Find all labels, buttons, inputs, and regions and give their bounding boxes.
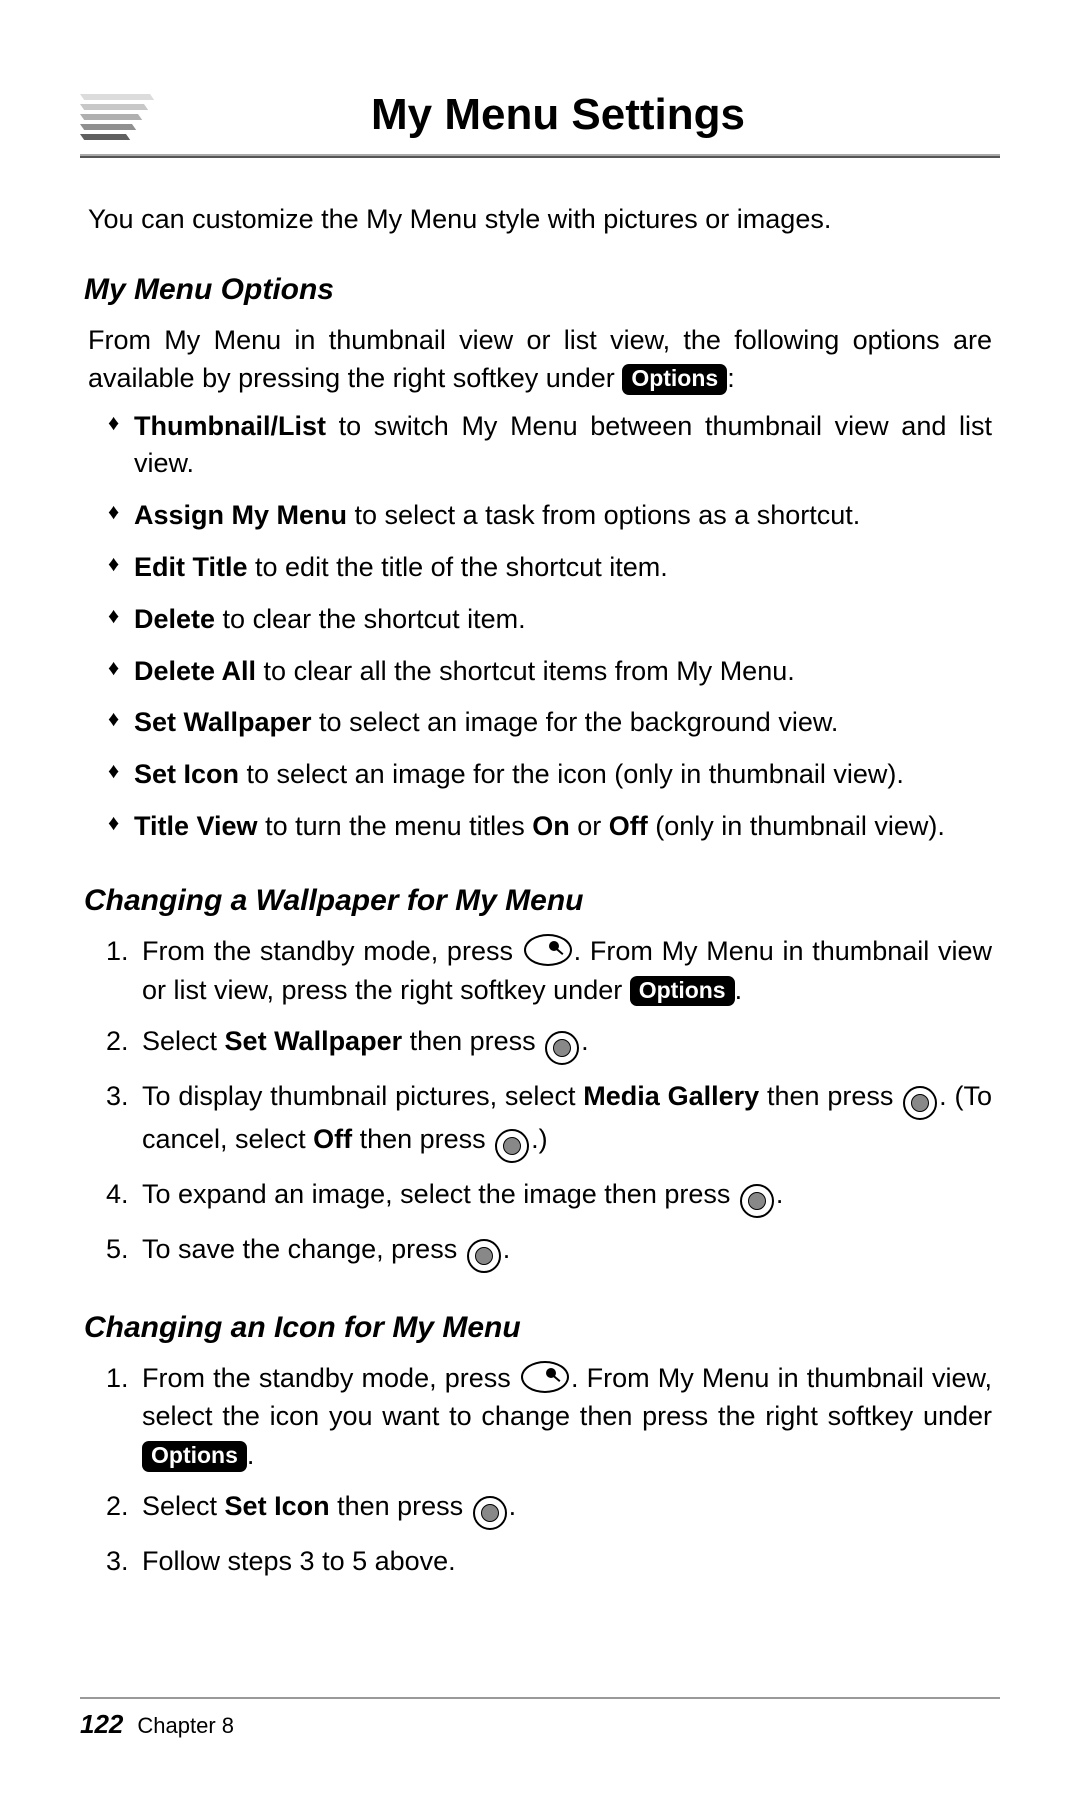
list-item: Set Wallpaper to select an image for the… — [108, 704, 992, 742]
list-item: Assign My Menu to select a task from opt… — [108, 497, 992, 535]
li-bold: Assign My Menu — [134, 500, 347, 530]
t: then press — [402, 1026, 543, 1056]
options-list: Thumbnail/List to switch My Menu between… — [80, 408, 1000, 846]
t: To save the change, press — [142, 1234, 465, 1264]
t: Select — [142, 1026, 225, 1056]
footer-rule — [80, 1697, 1000, 1699]
ok-button-icon — [495, 1129, 529, 1163]
li-text: to clear the shortcut item. — [215, 604, 526, 634]
step: To expand an image, select the image the… — [136, 1175, 992, 1218]
options-pill: Options — [142, 1441, 247, 1471]
t: . — [503, 1234, 511, 1264]
ok-button-icon — [545, 1031, 579, 1065]
list-item: Set Icon to select an image for the icon… — [108, 756, 992, 794]
li-text: to select an image for the background vi… — [312, 707, 839, 737]
step: From the standby mode, press . From My M… — [136, 932, 992, 1010]
s1-lead-a: From My Menu in thumbnail view or list v… — [88, 325, 992, 393]
ok-button-icon — [467, 1239, 501, 1273]
t: . — [776, 1179, 784, 1209]
wallpaper-steps: From the standby mode, press . From My M… — [80, 932, 1000, 1273]
t: To display thumbnail pictures, select — [142, 1081, 583, 1111]
list-item: Edit Title to edit the title of the shor… — [108, 549, 992, 587]
icon-steps: From the standby mode, press . From My M… — [80, 1359, 1000, 1582]
li-bold: Delete All — [134, 656, 256, 686]
menu-button-icon — [524, 934, 572, 966]
t: Select — [142, 1491, 225, 1521]
li-bold: Delete — [134, 604, 215, 634]
step: Follow steps 3 to 5 above. — [136, 1542, 992, 1581]
page-number: 122 — [80, 1709, 123, 1739]
heading-changing-icon: Changing an Icon for My Menu — [80, 1311, 1000, 1345]
intro-text: You can customize the My Menu style with… — [80, 204, 1000, 235]
t: . — [735, 975, 743, 1005]
step: Select Set Wallpaper then press . — [136, 1022, 992, 1065]
ok-button-icon — [473, 1496, 507, 1530]
heading-my-menu-options: My Menu Options — [80, 273, 1000, 307]
step: To display thumbnail pictures, select Me… — [136, 1077, 992, 1163]
li-bold: Edit Title — [134, 552, 248, 582]
t: . — [247, 1440, 255, 1470]
stripes-icon — [80, 90, 150, 140]
step: To save the change, press . — [136, 1230, 992, 1273]
list-item: Title View to turn the menu titles On or… — [108, 808, 992, 846]
li-text: to turn the menu titles — [258, 811, 533, 841]
page-title: My Menu Settings — [176, 90, 1000, 140]
options-pill: Options — [622, 364, 727, 394]
footer-text: 122 Chapter 8 — [80, 1709, 1000, 1740]
li-text: to select an image for the icon (only in… — [239, 759, 904, 789]
heading-changing-wallpaper: Changing a Wallpaper for My Menu — [80, 884, 1000, 918]
t: then press — [352, 1124, 493, 1154]
t: To expand an image, select the image the… — [142, 1179, 738, 1209]
list-item: Delete All to clear all the shortcut ite… — [108, 653, 992, 691]
list-item: Delete to clear the shortcut item. — [108, 601, 992, 639]
menu-button-icon — [521, 1361, 569, 1393]
t: then press — [330, 1491, 471, 1521]
t: . — [581, 1026, 589, 1056]
ok-button-icon — [740, 1184, 774, 1218]
li-text: to edit the title of the shortcut item. — [248, 552, 668, 582]
li-off: Off — [609, 811, 648, 841]
t-bold: Set Wallpaper — [225, 1026, 403, 1056]
t: From the standby mode, press — [142, 936, 522, 966]
s1-lead-b: : — [727, 363, 735, 393]
t-bold: Media Gallery — [583, 1081, 759, 1111]
t-bold: Set Icon — [225, 1491, 330, 1521]
s1-lead: From My Menu in thumbnail view or list v… — [80, 321, 1000, 398]
t: Follow steps 3 to 5 above. — [142, 1546, 456, 1576]
li-text: or — [570, 811, 609, 841]
t: From the standby mode, press — [142, 1363, 519, 1393]
list-item: Thumbnail/List to switch My Menu between… — [108, 408, 992, 484]
step: From the standby mode, press . From My M… — [136, 1359, 992, 1476]
footer: 122 Chapter 8 — [80, 1697, 1000, 1740]
li-bold: Set Icon — [134, 759, 239, 789]
li-text: (only in thumbnail view). — [648, 811, 945, 841]
t: . — [509, 1491, 517, 1521]
li-bold: Title View — [134, 811, 258, 841]
t: .) — [531, 1124, 548, 1154]
step: Select Set Icon then press . — [136, 1487, 992, 1530]
title-rule — [80, 154, 1000, 158]
chapter-label: Chapter 8 — [137, 1713, 234, 1738]
li-text: to clear all the shortcut items from My … — [256, 656, 795, 686]
li-bold: Set Wallpaper — [134, 707, 312, 737]
li-on: On — [532, 811, 570, 841]
t: then press — [759, 1081, 901, 1111]
options-pill: Options — [630, 976, 735, 1006]
li-bold: Thumbnail/List — [134, 411, 326, 441]
li-text: to select a task from options as a short… — [347, 500, 860, 530]
ok-button-icon — [903, 1086, 937, 1120]
t-bold: Off — [313, 1124, 352, 1154]
header: My Menu Settings — [80, 90, 1000, 140]
